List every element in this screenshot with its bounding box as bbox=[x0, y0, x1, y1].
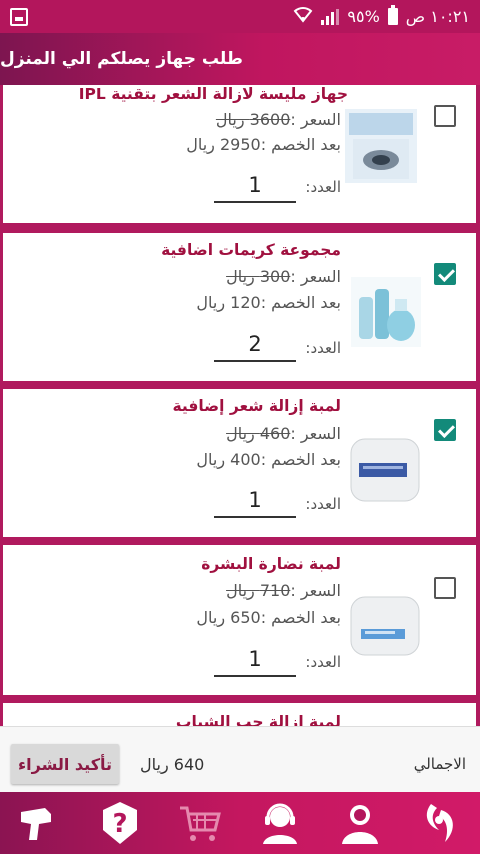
signal-icon bbox=[321, 8, 340, 25]
quantity-input[interactable] bbox=[214, 643, 296, 677]
skin-lamp-image bbox=[349, 591, 421, 661]
bottom-nav: ? bbox=[0, 792, 480, 854]
product-card: لمبة إزالة حب الشباب bbox=[3, 703, 476, 726]
user-icon bbox=[342, 805, 378, 844]
price-prefix: السعر : bbox=[290, 424, 341, 443]
nav-profile[interactable] bbox=[330, 793, 390, 853]
old-price: 3600 ريال bbox=[215, 110, 291, 129]
support-icon bbox=[263, 803, 297, 844]
nav-support[interactable] bbox=[250, 793, 310, 853]
select-checkbox[interactable] bbox=[434, 577, 456, 599]
product-title: لمبة نضارة البشرة bbox=[201, 555, 341, 573]
order-summary: تأكيد الشراء 640 ريال الاجمالي bbox=[0, 726, 480, 792]
product-title: لمبة إزالة حب الشباب bbox=[175, 713, 341, 726]
discount-prefix: بعد الخصم : bbox=[260, 293, 341, 312]
product-price: السعر :300 ريال bbox=[226, 267, 341, 286]
price-prefix: السعر : bbox=[290, 581, 341, 600]
product-price: السعر :3600 ريال bbox=[216, 110, 341, 129]
product-card: جهاز مليسة لازالة الشعر بتقنية IPL السعر… bbox=[3, 85, 476, 223]
new-price: 120 ريال bbox=[196, 293, 261, 312]
select-checkbox[interactable] bbox=[434, 105, 456, 127]
cart-icon bbox=[180, 806, 221, 841]
new-price: 650 ريال bbox=[196, 608, 261, 627]
product-card: مجموعة كريمات اضافية السعر :300 ريال بعد… bbox=[3, 233, 476, 381]
product-card: لمبة إزالة شعر إضافية السعر :460 ريال بع… bbox=[3, 389, 476, 537]
status-bar-right: %٩٥ ١٠:٢١ ص bbox=[293, 5, 470, 28]
new-price: 2950 ريال bbox=[186, 135, 261, 154]
gallery-notification-icon bbox=[10, 7, 28, 26]
price-prefix: السعر : bbox=[290, 267, 341, 286]
discount-prefix: بعد الخصم : bbox=[260, 608, 341, 627]
svg-text:?: ? bbox=[112, 809, 127, 839]
quantity-input[interactable] bbox=[214, 328, 296, 362]
old-price: 460 ريال bbox=[226, 424, 291, 443]
product-discount-price: بعد الخصم :2950 ريال bbox=[186, 135, 341, 154]
battery-icon bbox=[387, 5, 398, 25]
logo-icon bbox=[426, 804, 453, 842]
product-discount-price: بعد الخصم :400 ريال bbox=[196, 450, 341, 469]
new-price: 400 ريال bbox=[196, 450, 261, 469]
page-title: طلب جهاز يصلكم الي المنزل bbox=[0, 49, 243, 69]
product-price: السعر :710 ريال bbox=[226, 581, 341, 600]
ipl-device-image bbox=[341, 105, 421, 187]
old-price: 300 ريال bbox=[226, 267, 291, 286]
discount-prefix: بعد الخصم : bbox=[260, 135, 341, 154]
product-discount-price: بعد الخصم :120 ريال bbox=[196, 293, 341, 312]
confirm-purchase-button[interactable]: تأكيد الشراء bbox=[11, 744, 119, 784]
price-prefix: السعر : bbox=[290, 110, 341, 129]
qty-label: العدد: bbox=[305, 495, 341, 513]
select-checkbox[interactable] bbox=[434, 419, 456, 441]
cream-set-image bbox=[351, 277, 421, 347]
old-price: 710 ريال bbox=[226, 581, 291, 600]
product-card: لمبة نضارة البشرة السعر :710 ريال بعد ال… bbox=[3, 545, 476, 695]
product-discount-price: بعد الخصم :650 ريال bbox=[196, 608, 341, 627]
wifi-icon bbox=[293, 5, 313, 28]
product-price: السعر :460 ريال bbox=[226, 424, 341, 443]
product-title: جهاز مليسة لازالة الشعر بتقنية IPL bbox=[78, 85, 348, 103]
product-list[interactable]: جهاز مليسة لازالة الشعر بتقنية IPL السعر… bbox=[0, 85, 480, 726]
discount-prefix: بعد الخصم : bbox=[260, 450, 341, 469]
nav-help[interactable]: ? bbox=[90, 793, 150, 853]
status-bar: %٩٥ ١٠:٢١ ص bbox=[0, 0, 480, 33]
select-checkbox[interactable] bbox=[434, 263, 456, 285]
hair-removal-lamp-image bbox=[349, 435, 421, 505]
quantity-input[interactable] bbox=[214, 484, 296, 518]
product-title: مجموعة كريمات اضافية bbox=[161, 241, 341, 259]
status-bar-left bbox=[10, 7, 40, 26]
total-label: الاجمالي bbox=[413, 755, 466, 773]
quantity-input[interactable] bbox=[214, 169, 296, 203]
nav-home[interactable] bbox=[410, 793, 470, 853]
clock: ١٠:٢١ ص bbox=[405, 7, 470, 26]
product-title: لمبة إزالة شعر إضافية bbox=[172, 397, 341, 415]
nav-device[interactable] bbox=[10, 793, 70, 853]
device-icon bbox=[21, 808, 51, 840]
page-header: طلب جهاز يصلكم الي المنزل bbox=[0, 33, 480, 85]
qty-label: العدد: bbox=[305, 178, 341, 196]
question-icon: ? bbox=[103, 802, 137, 844]
total-value: 640 ريال bbox=[140, 755, 205, 774]
nav-cart[interactable] bbox=[170, 793, 230, 853]
battery-percent: %٩٥ bbox=[347, 7, 380, 26]
qty-label: العدد: bbox=[305, 653, 341, 671]
qty-label: العدد: bbox=[305, 339, 341, 357]
